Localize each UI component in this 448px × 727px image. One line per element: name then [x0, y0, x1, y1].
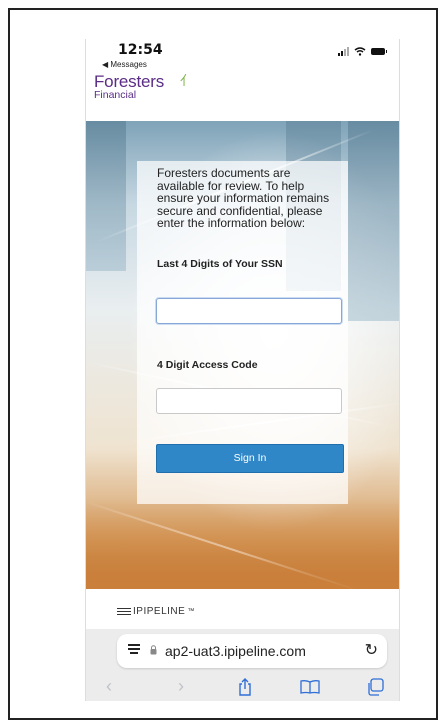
browser-nav-bar: ‹ › — [86, 675, 399, 701]
leaf-icon: ⺅ — [180, 73, 194, 88]
status-icons — [338, 46, 387, 56]
book-icon[interactable] — [300, 680, 320, 694]
ipipeline-lines-icon — [117, 608, 131, 615]
wifi-icon — [354, 47, 366, 56]
tabs-icon[interactable] — [366, 678, 384, 696]
logo-subtitle: Financial — [94, 89, 137, 101]
chevron-right-icon[interactable]: › — [178, 675, 184, 697]
intro-text: Foresters documents are available for re… — [157, 166, 330, 230]
screenshot-frame: 12:54 ◀ Messages Foresters ⺅ Financial F… — [8, 8, 438, 720]
back-to-messages-link[interactable]: ◀ Messages — [102, 60, 147, 69]
chevron-left-icon[interactable]: ‹ — [106, 675, 112, 697]
url-text[interactable]: ap2-uat3.ipipeline.com — [165, 643, 306, 659]
share-icon[interactable] — [237, 678, 253, 696]
access-code-label: 4 Digit Access Code — [157, 359, 258, 371]
signal-icon — [338, 46, 349, 56]
reader-mode-icon[interactable] — [128, 644, 140, 657]
phone-screen: 12:54 ◀ Messages Foresters ⺅ Financial F… — [85, 39, 400, 701]
ipipeline-trademark: ™ — [187, 608, 195, 615]
ssn-label: Last 4 Digits of Your SSN — [157, 258, 283, 270]
foresters-logo: Foresters ⺅ Financial — [94, 72, 193, 101]
reload-icon[interactable]: ↻ — [365, 640, 378, 660]
address-bar[interactable]: ap2-uat3.ipipeline.com ↻ — [117, 634, 387, 668]
sign-in-button[interactable]: Sign In — [156, 444, 344, 473]
battery-icon — [371, 48, 387, 55]
ssn-input[interactable] — [156, 298, 342, 324]
logo-name: Foresters — [94, 72, 164, 91]
lock-icon — [150, 645, 157, 655]
login-panel: Foresters documents are available for re… — [137, 161, 348, 504]
hero-background: Foresters documents are available for re… — [86, 121, 399, 589]
ipipeline-brand: IPIPELINE — [133, 606, 186, 617]
ipipeline-logo: IPIPELINE ™ — [117, 606, 195, 617]
status-time: 12:54 — [118, 42, 163, 58]
access-code-input[interactable] — [156, 388, 342, 414]
